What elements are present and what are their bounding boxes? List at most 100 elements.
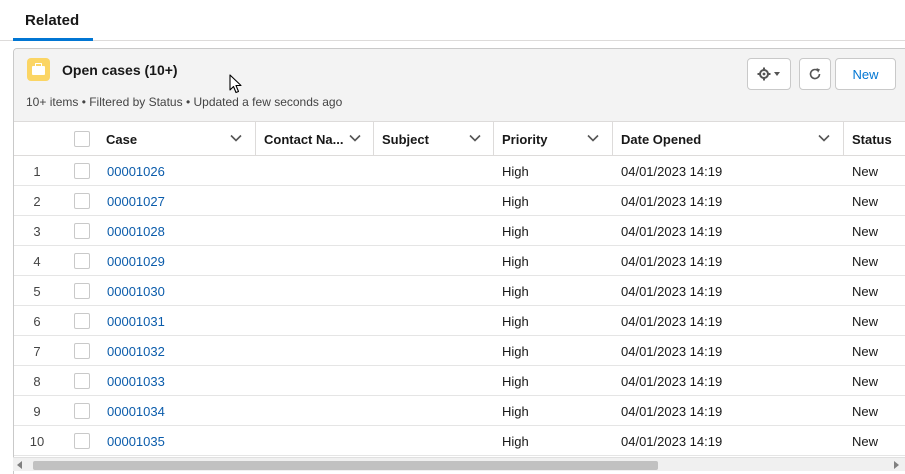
chevron-down-icon[interactable] [230, 134, 242, 142]
column-header-label: Contact Na... [264, 131, 344, 147]
row-checkbox[interactable] [74, 223, 90, 239]
row-number: 3 [33, 223, 41, 239]
tab-related-label: Related [25, 12, 80, 29]
table-row: 4 00001029 High 04/01/2023 14:19 New [14, 246, 905, 276]
row-checkbox[interactable] [74, 343, 90, 359]
status-cell: New [852, 193, 879, 209]
select-all-checkbox[interactable] [74, 131, 90, 147]
table-header: Case Contact Na... Subject Priority Date… [14, 122, 905, 156]
column-header-priority[interactable]: Priority [494, 122, 613, 156]
column-header-subject[interactable]: Subject [374, 122, 494, 156]
column-header-label: Case [106, 131, 138, 147]
column-header-label: Date Opened [621, 131, 702, 147]
table-row: 6 00001031 High 04/01/2023 14:19 New [14, 306, 905, 336]
case-number-link[interactable]: 00001034 [107, 396, 165, 426]
row-checkbox[interactable] [74, 433, 90, 449]
column-header-date-opened[interactable]: Date Opened [613, 122, 844, 156]
table-row: 7 00001032 High 04/01/2023 14:19 New [14, 336, 905, 366]
row-checkbox[interactable] [74, 193, 90, 209]
row-select-cell [74, 306, 90, 336]
priority-cell: High [502, 433, 529, 449]
row-number: 5 [33, 283, 41, 299]
case-number-link[interactable]: 00001032 [107, 336, 165, 366]
priority-cell: High [502, 163, 529, 179]
column-header-label: Subject [382, 131, 429, 147]
row-select-cell [74, 156, 90, 186]
case-number-link[interactable]: 00001028 [107, 216, 165, 246]
table-row: 2 00001027 High 04/01/2023 14:19 New [14, 186, 905, 216]
case-number-link[interactable]: 00001029 [107, 246, 165, 276]
open-cases-card: Open cases (10+) 10+ items • Filtered by… [13, 48, 905, 474]
date-opened-cell: 04/01/2023 14:19 [621, 163, 723, 179]
table-row: 8 00001033 High 04/01/2023 14:19 New [14, 366, 905, 396]
case-briefcase-icon [27, 58, 50, 81]
column-header-case[interactable]: Case [98, 122, 256, 156]
row-checkbox[interactable] [74, 313, 90, 329]
row-select-cell [74, 216, 90, 246]
tab-bar: Related [0, 0, 905, 41]
priority-cell: High [502, 283, 529, 299]
row-number: 10 [29, 433, 45, 449]
case-number-link[interactable]: 00001031 [107, 306, 165, 336]
row-checkbox[interactable] [74, 283, 90, 299]
chevron-down-icon[interactable] [818, 134, 830, 142]
date-opened-cell: 04/01/2023 14:19 [621, 253, 723, 269]
row-checkbox[interactable] [74, 403, 90, 419]
priority-cell: High [502, 223, 529, 239]
table-row: 10 00001035 High 04/01/2023 14:19 New [14, 426, 905, 456]
chevron-down-icon[interactable] [469, 134, 481, 142]
scrollbar-thumb[interactable] [33, 461, 658, 470]
row-number-header [14, 122, 60, 156]
scroll-left-arrow-icon[interactable] [17, 461, 22, 469]
case-number-link[interactable]: 00001030 [107, 276, 165, 306]
row-number: 8 [33, 373, 41, 389]
case-number-link[interactable]: 00001026 [107, 156, 165, 186]
chevron-down-icon[interactable] [349, 134, 361, 142]
row-number: 7 [33, 343, 41, 359]
table-row: 3 00001028 High 04/01/2023 14:19 New [14, 216, 905, 246]
case-number-link[interactable]: 00001035 [107, 426, 165, 456]
status-cell: New [852, 223, 879, 239]
date-opened-cell: 04/01/2023 14:19 [621, 283, 723, 299]
card-header: Open cases (10+) 10+ items • Filtered by… [14, 49, 905, 122]
row-select-cell [74, 276, 90, 306]
row-number: 2 [33, 193, 41, 209]
date-opened-cell: 04/01/2023 14:19 [621, 193, 723, 209]
row-number: 6 [33, 313, 41, 329]
mouse-cursor-icon [229, 74, 242, 94]
priority-cell: High [502, 373, 529, 389]
new-button[interactable]: New [835, 58, 896, 90]
row-number: 1 [33, 163, 41, 179]
case-number-link[interactable]: 00001033 [107, 366, 165, 396]
date-opened-cell: 04/01/2023 14:19 [621, 313, 723, 329]
row-select-cell [74, 186, 90, 216]
priority-cell: High [502, 193, 529, 209]
refresh-button[interactable] [799, 58, 831, 90]
row-checkbox[interactable] [74, 373, 90, 389]
column-header-contact-name[interactable]: Contact Na... [256, 122, 374, 156]
date-opened-cell: 04/01/2023 14:19 [621, 373, 723, 389]
card-subtitle: 10+ items • Filtered by Status • Updated… [26, 95, 343, 109]
row-select-cell [74, 366, 90, 396]
horizontal-scrollbar[interactable] [13, 457, 905, 471]
table-row: 5 00001030 High 04/01/2023 14:19 New [14, 276, 905, 306]
row-select-cell [74, 396, 90, 426]
list-settings-button[interactable] [747, 58, 791, 90]
status-cell: New [852, 373, 879, 389]
date-opened-cell: 04/01/2023 14:19 [621, 403, 723, 419]
priority-cell: High [502, 313, 529, 329]
row-number: 9 [33, 403, 41, 419]
row-checkbox[interactable] [74, 163, 90, 179]
row-select-cell [74, 246, 90, 276]
status-cell: New [852, 343, 879, 359]
card-title[interactable]: Open cases (10+) [62, 62, 178, 78]
row-select-cell [74, 336, 90, 366]
status-cell: New [852, 283, 879, 299]
row-checkbox[interactable] [74, 253, 90, 269]
column-header-label: Priority [502, 131, 548, 147]
case-number-link[interactable]: 00001027 [107, 186, 165, 216]
column-header-status[interactable]: Status [844, 122, 905, 156]
chevron-down-icon[interactable] [587, 134, 599, 142]
tab-related[interactable]: Related [13, 0, 93, 41]
scroll-right-arrow-icon[interactable] [894, 461, 899, 469]
